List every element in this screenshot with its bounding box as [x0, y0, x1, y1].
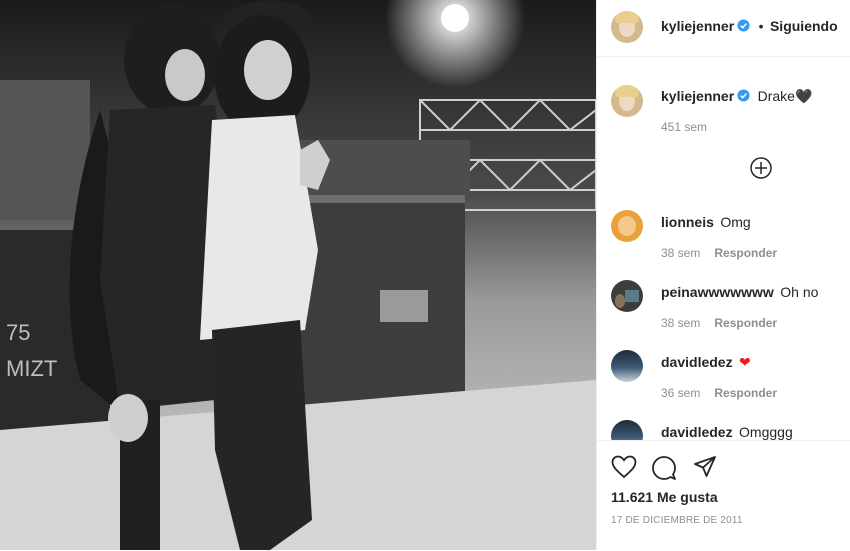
post-side-panel: kyliejenner • Siguiendo kyliejenner Drak…	[596, 0, 850, 550]
caption-username[interactable]: kyliejenner	[661, 88, 734, 104]
caption-text: Drake🖤	[757, 88, 813, 104]
caption-avatar[interactable]	[611, 85, 643, 117]
author-username[interactable]: kyliejenner	[661, 18, 734, 34]
comment-username[interactable]: davidledez	[661, 354, 733, 370]
paper-plane-icon[interactable]	[693, 455, 717, 479]
post-actions: 11.621 Me gusta 17 DE DICIEMBRE DE 2011	[597, 440, 850, 551]
reply-button[interactable]: Responder	[714, 316, 777, 330]
header-separator: •	[758, 18, 764, 34]
comment-time: 38 sem	[661, 316, 701, 330]
author-avatar[interactable]	[611, 11, 643, 43]
comment-text: ❤	[739, 354, 751, 370]
comment-text: Oh no	[780, 284, 819, 300]
comment-text: Omg	[720, 214, 751, 230]
commenter-avatar[interactable]	[611, 350, 643, 382]
plus-circle-icon[interactable]	[750, 157, 772, 179]
post-date: 17 DE DICIEMBRE DE 2011	[611, 515, 743, 526]
comment-username[interactable]: davidledez	[661, 424, 733, 440]
reply-button[interactable]: Responder	[714, 386, 777, 400]
photo-image: 75 MIZT	[0, 0, 596, 550]
verified-badge-icon	[737, 89, 750, 102]
comment-username[interactable]: lionneis	[661, 214, 714, 230]
svg-text:75: 75	[6, 320, 30, 345]
follow-status-button[interactable]: Siguiendo	[770, 18, 838, 34]
comment-time: 36 sem	[661, 386, 701, 400]
commenter-avatar[interactable]	[611, 420, 643, 440]
comment-icon[interactable]	[651, 455, 677, 481]
comment-username[interactable]: peinawwwwwww	[661, 284, 774, 300]
post-photo[interactable]: 75 MIZT	[0, 0, 596, 550]
comment-time: 38 sem	[661, 246, 701, 260]
reply-button[interactable]: Responder	[714, 246, 777, 260]
heart-icon[interactable]	[611, 455, 637, 479]
post-header: kyliejenner • Siguiendo	[597, 0, 850, 57]
caption-time: 451 sem	[661, 120, 708, 134]
comment-text: Omgggg	[739, 424, 793, 440]
verified-badge-icon	[737, 19, 750, 32]
comments-list[interactable]: kyliejenner Drake🖤 451 sem lionneis Omg …	[597, 57, 850, 440]
svg-text:MIZT: MIZT	[6, 356, 57, 381]
commenter-avatar[interactable]	[611, 210, 643, 242]
commenter-avatar[interactable]	[611, 280, 643, 312]
likes-count[interactable]: 11.621 Me gusta	[611, 489, 718, 505]
